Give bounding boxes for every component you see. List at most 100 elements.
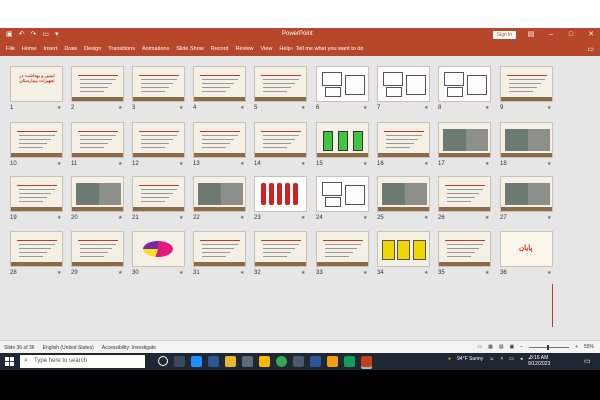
chrome-icon[interactable] <box>276 356 287 367</box>
zoom-out-button[interactable]: – <box>520 344 523 350</box>
tab-home[interactable]: Home <box>22 46 37 52</box>
tab-insert[interactable]: Insert <box>44 46 58 52</box>
save-icon[interactable]: ▣ <box>6 31 13 39</box>
undo-icon[interactable]: ↶ <box>19 31 25 39</box>
comments-icon[interactable]: ▭ <box>587 45 594 53</box>
slide-thumbnail[interactable] <box>316 231 369 267</box>
slide-text-line <box>263 147 287 148</box>
slide-thumbnail[interactable] <box>193 66 246 102</box>
signin-button[interactable]: Sign in <box>492 30 516 39</box>
slide-thumbnail[interactable] <box>254 231 307 267</box>
zoom-in-button[interactable]: + <box>575 344 578 350</box>
tell-me-search[interactable]: ♀ Tell me what you want to do <box>290 46 363 52</box>
extinguisher-graphic <box>293 183 298 205</box>
accessibility-status[interactable]: Accessibility: Investigate <box>102 345 156 351</box>
language-status[interactable]: English (United States) <box>43 345 94 351</box>
slide-thumbnail[interactable] <box>377 176 430 212</box>
close-button[interactable]: ✕ <box>586 30 596 39</box>
normal-view-icon[interactable]: ▭ <box>477 344 482 350</box>
slide-thumbnail[interactable] <box>132 231 185 267</box>
slide-thumbnail[interactable]: ایمنی و بهداشت در تجهیزات بیمارستان <box>10 66 63 102</box>
taskbar-search[interactable]: ⌕ Type here to search <box>20 355 145 368</box>
slide-thumbnail[interactable] <box>132 66 185 102</box>
tab-review[interactable]: Review <box>235 46 253 52</box>
slide-thumbnail[interactable] <box>10 122 63 158</box>
minimize-button[interactable]: – <box>546 30 556 39</box>
slide-thumbnail[interactable] <box>316 122 369 158</box>
chevron-up-icon[interactable]: ˄ <box>500 356 503 362</box>
slide-thumbnail[interactable] <box>316 66 369 102</box>
tab-view[interactable]: View <box>261 46 273 52</box>
excel-icon[interactable] <box>344 356 355 367</box>
photos-icon[interactable] <box>242 356 253 367</box>
slide-thumbnail[interactable] <box>10 231 63 267</box>
zoom-slider[interactable] <box>529 344 570 350</box>
present-icon[interactable]: ▭ <box>42 31 49 39</box>
slide-thumbnail[interactable] <box>500 66 553 102</box>
powerpoint-icon[interactable] <box>361 356 372 367</box>
slide-text-line <box>80 256 104 257</box>
zoom-level[interactable]: 55% <box>584 344 594 350</box>
customize-icon[interactable]: ▾ <box>55 31 59 39</box>
cortana-icon[interactable] <box>158 356 168 366</box>
tab-slide-show[interactable]: Slide Show <box>176 46 204 52</box>
slide-thumbnail[interactable] <box>254 176 307 212</box>
windows-start-icon[interactable] <box>5 357 14 366</box>
slide-thumbnail[interactable] <box>254 122 307 158</box>
slide-thumbnail[interactable] <box>254 66 307 102</box>
slide-thumbnail[interactable] <box>377 231 430 267</box>
zoom-knob[interactable] <box>547 344 550 350</box>
slide-thumbnail[interactable] <box>193 176 246 212</box>
slide-thumbnail[interactable] <box>132 122 185 158</box>
maximize-button[interactable]: □ <box>566 30 576 39</box>
sorter-view-icon[interactable]: ▦ <box>488 344 493 350</box>
tab-record[interactable]: Record <box>211 46 229 52</box>
weather-icon[interactable]: ● <box>448 356 451 362</box>
slide-thumbnail[interactable] <box>71 231 124 267</box>
tab-help[interactable]: Help <box>279 46 290 52</box>
tab-animations[interactable]: Animations <box>142 46 169 52</box>
slide-thumbnail[interactable] <box>10 176 63 212</box>
slide-thumbnail[interactable] <box>71 66 124 102</box>
slide-thumbnail[interactable] <box>71 122 124 158</box>
slide-thumbnail[interactable]: پایان <box>500 231 553 267</box>
slide-thumbnail[interactable] <box>193 231 246 267</box>
slide-number: 33 <box>316 270 323 276</box>
slideshow-view-icon[interactable]: ▣ <box>510 344 515 350</box>
slide-thumbnail[interactable] <box>438 176 491 212</box>
transition-icon: ★ <box>301 215 306 221</box>
slide-title-rule <box>139 131 179 132</box>
network-icon[interactable]: ▭ <box>509 356 514 362</box>
folder-icon[interactable] <box>259 356 270 367</box>
ribbon-display-icon[interactable]: ▤ <box>526 30 536 39</box>
app-icon[interactable] <box>293 356 304 367</box>
tab-file[interactable]: File <box>6 46 15 52</box>
slide-thumbnail[interactable] <box>132 176 185 212</box>
redo-icon[interactable]: ↷ <box>31 31 37 39</box>
file-explorer-icon[interactable] <box>225 356 236 367</box>
word-icon[interactable] <box>310 356 321 367</box>
slide-thumbnail[interactable] <box>193 122 246 158</box>
slide-thumbnail[interactable] <box>377 66 430 102</box>
edge-icon[interactable] <box>191 356 202 367</box>
reading-view-icon[interactable]: ▤ <box>499 344 504 350</box>
volume-icon[interactable]: ◂ <box>520 356 523 362</box>
slide-thumbnail[interactable] <box>438 122 491 158</box>
taskbar-clock[interactable]: 8:16 AM 9/12/2023 <box>528 355 550 367</box>
slide-thumbnail[interactable] <box>316 176 369 212</box>
slide-thumbnail[interactable] <box>71 176 124 212</box>
slide-thumbnail[interactable] <box>377 122 430 158</box>
slide-thumbnail[interactable] <box>500 122 553 158</box>
people-icon[interactable]: ☺ <box>489 356 494 362</box>
weather-text[interactable]: 94°F Sunny <box>457 356 483 362</box>
tab-transitions[interactable]: Transitions <box>108 46 135 52</box>
slide-thumbnail[interactable] <box>500 176 553 212</box>
task-view-icon[interactable] <box>174 356 185 367</box>
slide-thumbnail[interactable] <box>438 66 491 102</box>
tab-draw[interactable]: Draw <box>64 46 77 52</box>
slide-thumbnail[interactable] <box>438 231 491 267</box>
tab-design[interactable]: Design <box>84 46 101 52</box>
notifications-icon[interactable]: ▭ <box>584 357 591 365</box>
vlc-icon[interactable] <box>327 356 338 367</box>
store-icon[interactable] <box>208 356 219 367</box>
